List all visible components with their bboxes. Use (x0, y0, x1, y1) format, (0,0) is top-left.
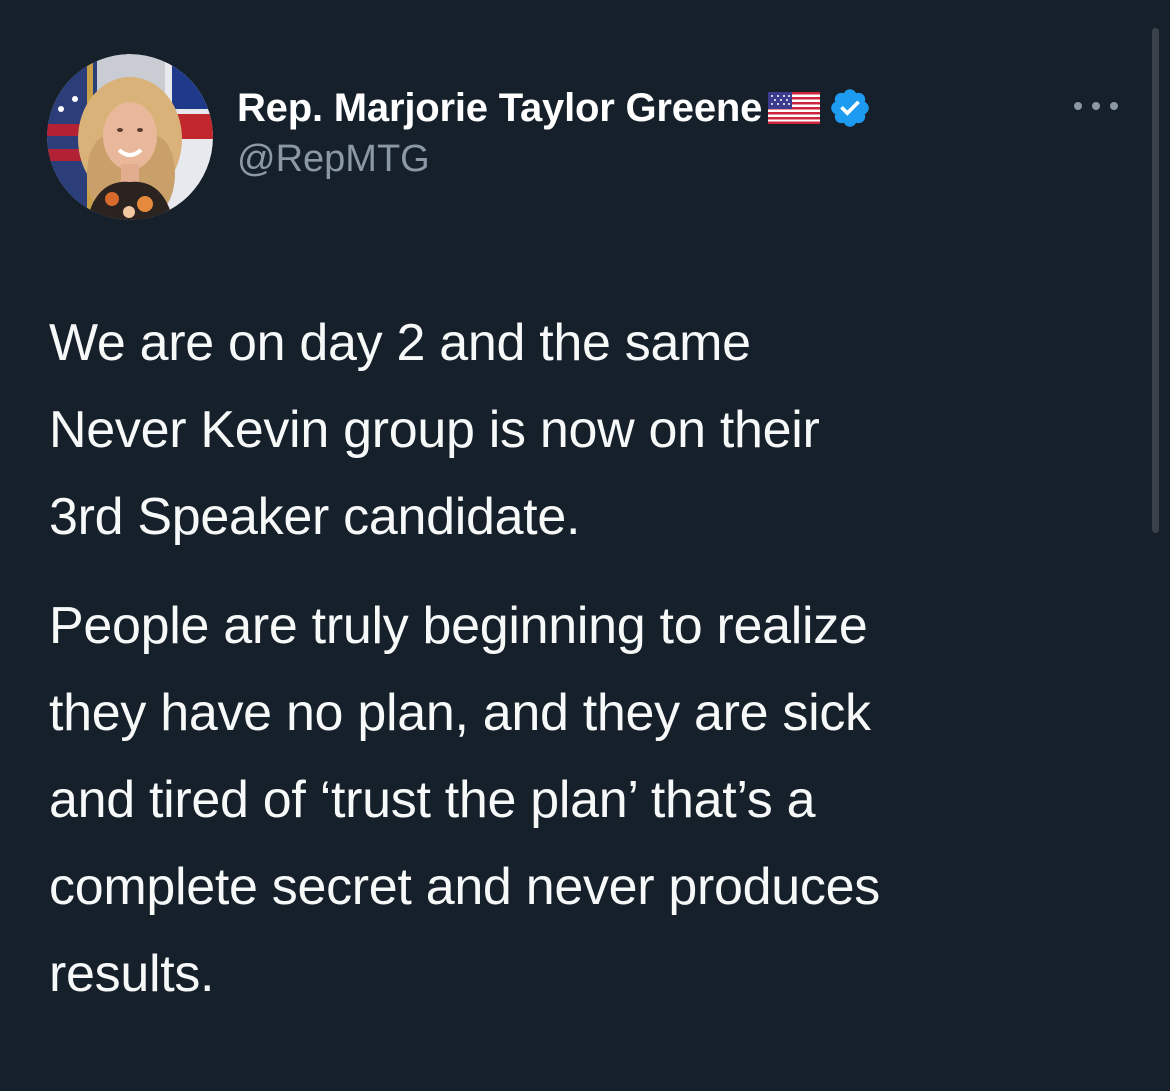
tweet-line: We are on day 2 and the same (49, 314, 751, 372)
tweet-line: 3rd Speaker candidate. (49, 488, 581, 546)
avatar[interactable] (47, 54, 213, 220)
author-handle[interactable]: @RepMTG (237, 138, 872, 181)
tweet-line: results. (49, 945, 215, 1003)
tweet-line: People are truly beginning to realize (49, 597, 868, 655)
author-name-row: Rep. Marjorie Taylor Greene (237, 80, 872, 136)
tweet-line: complete secret and never produces (49, 858, 880, 916)
tweet-line: and tired of ‘trust the plan’ that’s a (49, 771, 816, 829)
avatar-image (47, 54, 213, 220)
verified-badge-icon[interactable] (828, 86, 872, 130)
tweet-text: We are on day 2 and the same Never Kevin… (49, 300, 1134, 1018)
author-display-name[interactable]: Rep. Marjorie Taylor Greene (237, 86, 762, 131)
us-flag-icon (768, 90, 821, 126)
tweet-line: they have no plan, and they are sick (49, 684, 871, 742)
tweet-line: Never Kevin group is now on their (49, 401, 820, 459)
author-info: Rep. Marjorie Taylor Greene @RepMTG (237, 80, 872, 181)
scrollbar[interactable] (1152, 28, 1159, 533)
tweet-card: Rep. Marjorie Taylor Greene @RepMTG We a… (0, 0, 1170, 1091)
more-options-icon[interactable] (1068, 88, 1124, 124)
